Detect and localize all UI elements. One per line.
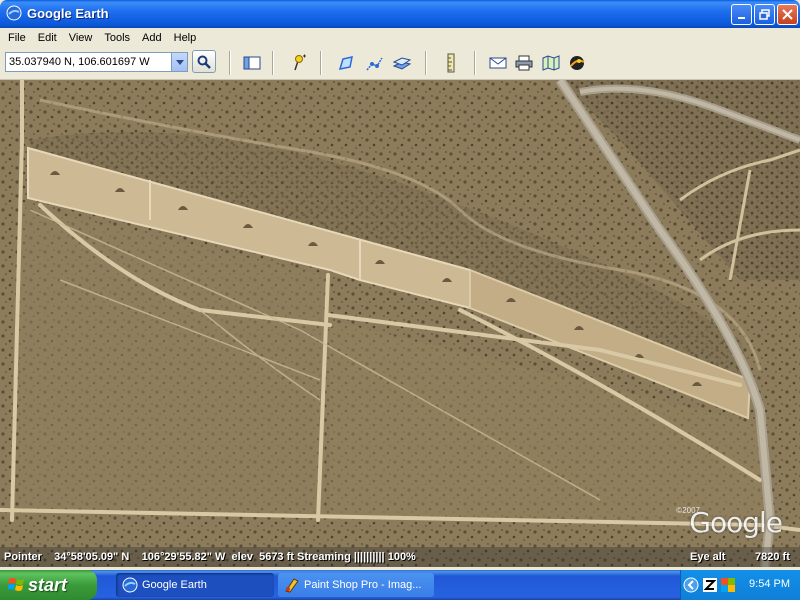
windows-logo-icon bbox=[8, 578, 24, 591]
clock[interactable]: 9:54 PM bbox=[749, 578, 790, 590]
toolbar-separator bbox=[229, 51, 231, 75]
dropdown-button[interactable] bbox=[171, 53, 187, 71]
pointer-lon: 106°29'55.82" W bbox=[141, 551, 226, 563]
streaming-percent: 100% bbox=[387, 551, 416, 563]
sky-icon bbox=[570, 56, 585, 70]
close-icon bbox=[782, 9, 793, 20]
google-earth-icon bbox=[122, 577, 138, 593]
polygon-icon bbox=[338, 56, 353, 70]
streaming-bars: |||||||||| bbox=[353, 551, 385, 563]
map-icon bbox=[542, 55, 560, 71]
map-view[interactable]: ©2007 Google Pointer 34°58'05.09" N 106°… bbox=[0, 80, 800, 567]
taskbar: start Google Earth Paint Shop Pro - Imag… bbox=[0, 570, 800, 600]
start-button[interactable]: start bbox=[0, 570, 97, 600]
toolbar-separator bbox=[320, 51, 322, 75]
search-input[interactable]: 35.037940 N, 106.601697 W bbox=[5, 52, 188, 72]
email-button[interactable] bbox=[488, 53, 508, 73]
sidebar-button[interactable] bbox=[242, 53, 262, 73]
path-button[interactable] bbox=[365, 53, 385, 73]
taskbar-item-google-earth[interactable]: Google Earth bbox=[116, 573, 274, 597]
menu-view[interactable]: View bbox=[63, 32, 99, 44]
toolbar-separator bbox=[474, 51, 476, 75]
image-overlay-button[interactable] bbox=[392, 53, 412, 73]
eye-alt-label: Eye alt bbox=[690, 551, 726, 563]
chevron-left-icon[interactable] bbox=[683, 577, 699, 593]
ruler-button[interactable] bbox=[441, 53, 461, 73]
search-button[interactable] bbox=[192, 50, 216, 73]
restore-icon bbox=[759, 9, 770, 20]
minimize-icon bbox=[737, 16, 745, 19]
sidebar-icon bbox=[243, 56, 261, 70]
restore-button[interactable] bbox=[754, 4, 775, 25]
start-label: start bbox=[28, 574, 68, 595]
map-button[interactable] bbox=[541, 53, 561, 73]
taskbar-item-label: Paint Shop Pro - Imag... bbox=[304, 579, 422, 591]
elev-label: elev bbox=[231, 551, 253, 563]
zonealarm-icon[interactable] bbox=[702, 577, 718, 593]
menu-bar: File Edit View Tools Add Help bbox=[0, 28, 800, 47]
print-button[interactable] bbox=[514, 53, 534, 73]
ruler-icon bbox=[447, 53, 455, 73]
network-icon[interactable] bbox=[720, 577, 736, 593]
minimize-button[interactable] bbox=[731, 4, 752, 25]
pointer-label: Pointer bbox=[4, 551, 42, 563]
menu-file[interactable]: File bbox=[2, 32, 32, 44]
menu-tools[interactable]: Tools bbox=[98, 32, 136, 44]
toolbar: 35.037940 N, 106.601697 W bbox=[0, 47, 800, 80]
close-button[interactable] bbox=[777, 4, 798, 25]
image-overlay-icon bbox=[392, 57, 412, 70]
sky-button[interactable] bbox=[567, 53, 587, 73]
menu-help[interactable]: Help bbox=[168, 32, 203, 44]
window-title: Google Earth bbox=[27, 6, 109, 21]
status-overlay: Pointer 34°58'05.09" N 106°29'55.82" W e… bbox=[0, 547, 800, 567]
menu-edit[interactable]: Edit bbox=[32, 32, 63, 44]
placemark-button[interactable] bbox=[289, 53, 309, 73]
menu-add[interactable]: Add bbox=[136, 32, 168, 44]
chevron-down-icon bbox=[175, 59, 184, 65]
title-bar[interactable]: Google Earth bbox=[0, 0, 800, 28]
streaming-label: Streaming bbox=[297, 551, 351, 563]
path-icon bbox=[366, 57, 383, 71]
google-watermark: Google bbox=[689, 506, 783, 539]
print-icon bbox=[515, 55, 533, 71]
pointer-lat: 34°58'05.09" N bbox=[54, 551, 130, 563]
google-earth-icon bbox=[6, 5, 22, 21]
polygon-button[interactable] bbox=[337, 53, 357, 73]
search-input-value: 35.037940 N, 106.601697 W bbox=[9, 56, 150, 68]
email-icon bbox=[489, 57, 507, 69]
taskbar-item-label: Google Earth bbox=[142, 579, 207, 591]
paint-shop-pro-icon bbox=[285, 578, 299, 593]
toolbar-separator bbox=[425, 51, 427, 75]
eye-alt-value: 7820 ft bbox=[755, 551, 790, 563]
system-tray: 9:54 PM bbox=[680, 570, 800, 600]
placemark-icon bbox=[294, 54, 306, 71]
satellite-imagery bbox=[0, 80, 800, 567]
toolbar-separator bbox=[272, 51, 274, 75]
elev-value: 5673 ft bbox=[259, 551, 294, 563]
taskbar-item-paint-shop-pro[interactable]: Paint Shop Pro - Imag... bbox=[278, 573, 434, 597]
search-icon bbox=[197, 55, 211, 69]
